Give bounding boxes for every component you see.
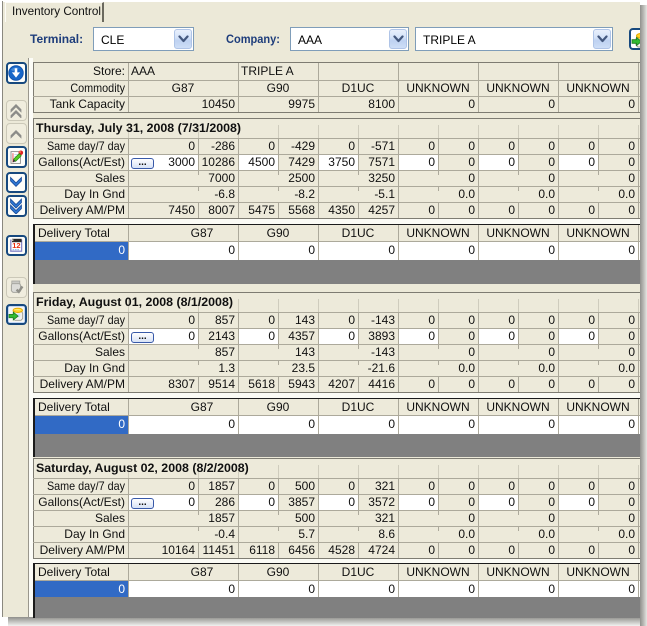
svg-text:12: 12 <box>12 241 20 250</box>
